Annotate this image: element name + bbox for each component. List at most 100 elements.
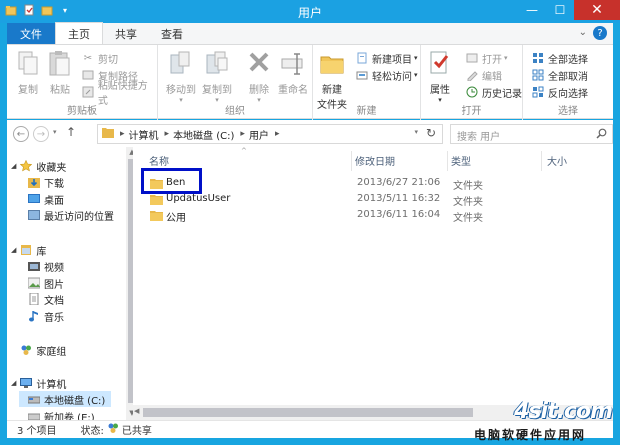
- forward-button[interactable]: →: [33, 126, 49, 142]
- new-item-button[interactable]: 新建项目 ▾: [355, 50, 418, 66]
- edit-button[interactable]: 编辑: [465, 67, 502, 83]
- rename-icon: [281, 53, 303, 75]
- paste-button[interactable]: 粘贴: [47, 49, 73, 96]
- column-header-size[interactable]: 大小: [547, 151, 567, 169]
- search-input[interactable]: 搜索 用户: [450, 124, 613, 144]
- chevron-down-icon[interactable]: ◢: [11, 379, 16, 387]
- paste-icon: [49, 51, 70, 76]
- new-folder-icon: [320, 56, 344, 74]
- paste-shortcut-button[interactable]: 粘贴快捷方式: [81, 81, 157, 107]
- scroll-left-arrow[interactable]: ◀: [134, 407, 139, 415]
- navigation-pane-scrollbar[interactable]: ▲ ▼: [126, 147, 133, 420]
- tab-share[interactable]: 共享: [103, 23, 149, 44]
- file-type: 文件夹: [453, 181, 483, 192]
- nav-music[interactable]: 音乐: [27, 308, 64, 324]
- search-icon[interactable]: [596, 128, 607, 142]
- chevron-down-icon: ▾: [504, 54, 508, 62]
- nav-pictures[interactable]: 图片: [27, 275, 64, 291]
- select-all-button[interactable]: 全部选择: [531, 50, 588, 66]
- file-type: 文件夹: [453, 197, 483, 208]
- table-row[interactable]: 公用 2013/6/11 16:04 文件夹: [143, 208, 603, 224]
- select-none-button[interactable]: 全部取消: [531, 67, 588, 83]
- tab-home[interactable]: 主页: [55, 22, 103, 44]
- column-header-modified[interactable]: 修改日期: [355, 151, 395, 169]
- invert-selection-icon: [531, 85, 545, 99]
- recent-locations-dropdown[interactable]: ▾: [53, 128, 57, 136]
- close-button[interactable]: ✕: [574, 0, 620, 20]
- ribbon: 复制 粘贴 ✂ 剪切 复制路径 粘贴快捷方式 剪贴板 移动到 ▾ 复制到 ▾ 删…: [7, 44, 613, 120]
- file-name: 公用: [166, 213, 186, 224]
- chevron-right-icon: ▸: [240, 129, 245, 139]
- nav-libraries[interactable]: ◢ 库: [11, 242, 46, 258]
- easy-access-button[interactable]: 轻松访问 ▾: [355, 67, 418, 83]
- select-all-icon: [531, 51, 545, 65]
- file-type: 文件夹: [453, 213, 483, 224]
- scrollbar-thumb[interactable]: [143, 408, 473, 417]
- chevron-down-icon[interactable]: ⌄: [579, 27, 587, 38]
- column-header-name[interactable]: 名称: [149, 151, 169, 169]
- file-modified: 2013/6/11 16:04: [357, 209, 441, 220]
- delete-x-icon: [249, 52, 269, 72]
- title-bar: ▾ 用户 — ☐ ✕: [0, 0, 620, 23]
- history-button[interactable]: 历史记录: [465, 84, 522, 100]
- nav-documents[interactable]: 文档: [27, 291, 64, 307]
- help-icon[interactable]: ?: [593, 26, 607, 40]
- open-icon: [465, 51, 479, 65]
- nav-recent-places[interactable]: 最近访问的位置: [27, 207, 114, 223]
- open-button[interactable]: 打开 ▾: [465, 50, 508, 66]
- folder-icon: [102, 127, 114, 141]
- rename-button[interactable]: 重命名: [278, 49, 308, 96]
- homegroup-icon: [107, 422, 119, 437]
- select-group: 全部选择 全部取消 反向选择 选择: [523, 45, 613, 120]
- watermark-logo: 4sit.com: [514, 399, 613, 424]
- music-icon: [27, 310, 40, 322]
- breadcrumb-computer[interactable]: 计算机: [129, 127, 159, 142]
- delete-button[interactable]: 删除 ▾: [246, 49, 272, 104]
- move-to-button[interactable]: 移动到 ▾: [166, 49, 196, 104]
- refresh-icon[interactable]: ↻: [426, 126, 436, 140]
- nav-homegroup[interactable]: ◢ 家庭组: [11, 342, 66, 358]
- navigation-pane: ◢ 收藏夹 下载 桌面 最近访问的位置 ◢ 库 视频 图片 文档 音乐 ◢ 家庭…: [7, 147, 133, 420]
- document-icon: [27, 293, 40, 305]
- copy-to-button[interactable]: 复制到 ▾: [202, 49, 232, 104]
- download-icon: [27, 176, 40, 188]
- cut-button[interactable]: ✂ 剪切: [81, 50, 118, 66]
- breadcrumb-local-disk[interactable]: 本地磁盘 (C:): [173, 127, 234, 142]
- folder-icon: [150, 195, 163, 205]
- tab-view[interactable]: 查看: [149, 23, 195, 44]
- address-dropdown[interactable]: ▾: [414, 128, 418, 136]
- invert-selection-button[interactable]: 反向选择: [531, 84, 588, 100]
- drive-icon: [27, 393, 40, 405]
- new-item-icon: [355, 51, 369, 65]
- back-button[interactable]: ←: [13, 126, 29, 142]
- chevron-down-icon: ▾: [414, 71, 418, 79]
- nav-computer[interactable]: ◢ 计算机: [11, 375, 66, 391]
- clipboard-group: 复制 粘贴 ✂ 剪切 复制路径 粘贴快捷方式 剪贴板: [7, 45, 158, 120]
- nav-local-disk[interactable]: 本地磁盘 (C:): [19, 391, 112, 407]
- minimize-button[interactable]: —: [518, 0, 546, 20]
- chevron-down-icon[interactable]: ◢: [11, 246, 16, 254]
- table-row[interactable]: Ben 2013/6/27 21:06 文件夹: [143, 176, 603, 192]
- scroll-up-arrow[interactable]: ▲: [126, 148, 133, 158]
- chevron-down-icon[interactable]: ◢: [11, 162, 16, 170]
- history-icon: [465, 85, 479, 99]
- file-modified: 2013/5/11 16:32: [357, 193, 441, 204]
- computer-icon: [19, 377, 32, 389]
- nav-new-volume[interactable]: 新加卷 (E:): [27, 408, 95, 420]
- maximize-button[interactable]: ☐: [546, 0, 574, 20]
- copy-button[interactable]: 复制: [15, 49, 41, 96]
- nav-videos[interactable]: 视频: [27, 258, 64, 274]
- nav-favorites[interactable]: ◢ 收藏夹: [11, 158, 66, 174]
- properties-button[interactable]: 属性 ▾: [427, 49, 453, 104]
- scroll-down-arrow[interactable]: ▼: [126, 409, 133, 419]
- tab-file[interactable]: 文件: [7, 23, 55, 44]
- breadcrumb-users[interactable]: 用户: [249, 127, 269, 142]
- nav-downloads[interactable]: 下载: [27, 174, 64, 190]
- open-group: 属性 ▾ 打开 ▾ 编辑 历史记录 打开: [421, 45, 523, 120]
- up-button[interactable]: ↑: [66, 125, 76, 139]
- table-row[interactable]: UpdatusUser 2013/5/11 16:32 文件夹: [143, 192, 603, 208]
- nav-desktop[interactable]: 桌面: [27, 191, 64, 207]
- item-count: 3 个项目: [17, 426, 57, 437]
- column-header-type[interactable]: 类型: [451, 151, 471, 169]
- address-bar[interactable]: ▸ 计算机 ▸ 本地磁盘 (C:) ▸ 用户 ▸ ▾ ↻: [97, 124, 443, 144]
